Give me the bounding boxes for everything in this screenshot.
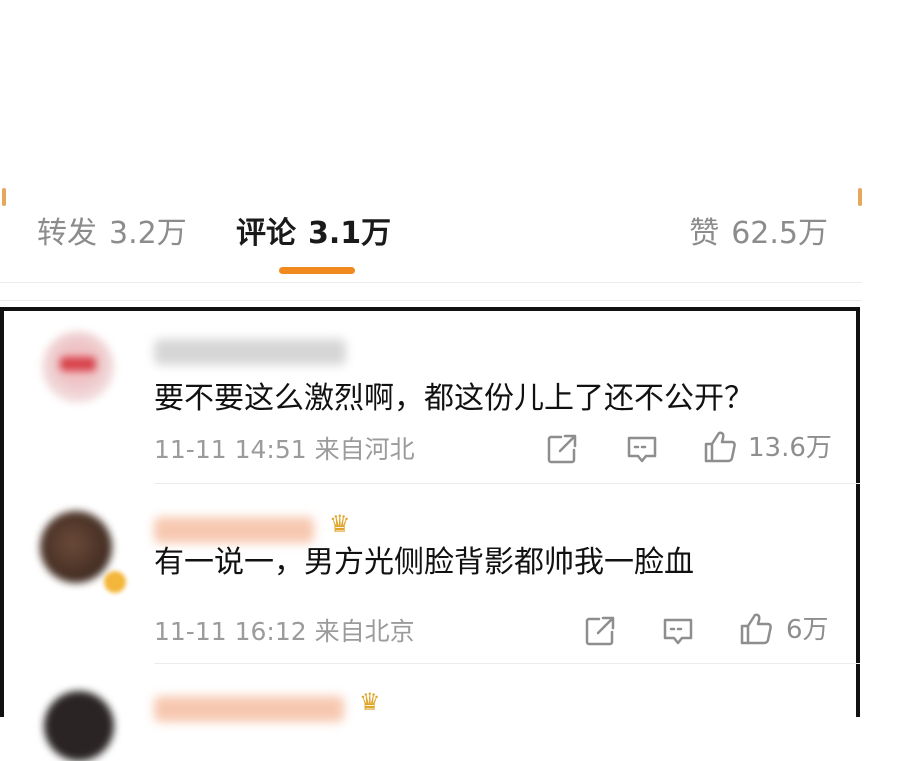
crown-icon: ♛ <box>329 510 351 538</box>
share-icon[interactable] <box>582 613 618 649</box>
username-blurred[interactable] <box>154 339 346 365</box>
thumbs-up-icon[interactable] <box>738 611 774 647</box>
avatar[interactable] <box>42 331 114 403</box>
blank-header-area <box>0 0 900 185</box>
comment-list: 要不要这么激烈啊，都这份儿上了还不公开？ 11-11 14:51 来自河北 13… <box>0 307 860 761</box>
crown-icon: ♛ <box>359 688 381 716</box>
comment-meta: 11-11 14:51 来自河北 <box>154 435 415 465</box>
comment-meta: 11-11 16:12 来自北京 <box>154 617 415 647</box>
tab-comment-count: 3.1万 <box>308 216 392 251</box>
comment-time: 11-11 14:51 <box>154 435 307 464</box>
tab-bar: 转发 3.2万 评论 3.1万 赞 62.5万 <box>0 200 900 280</box>
tab-like[interactable]: 赞 62.5万 <box>689 214 828 254</box>
comment-icon[interactable] <box>624 431 660 467</box>
list-separator <box>0 300 862 301</box>
comment-time: 11-11 16:12 <box>154 617 307 646</box>
active-tab-indicator <box>279 267 355 274</box>
tab-comment[interactable]: 评论 3.1万 <box>236 214 391 254</box>
comment-location: 来自北京 <box>314 617 415 646</box>
tab-repost[interactable]: 转发 3.2万 <box>37 214 187 254</box>
verified-badge <box>104 571 126 593</box>
comment-divider <box>154 663 860 664</box>
tab-repost-label: 转发 <box>37 216 97 251</box>
tab-like-count: 62.5万 <box>731 216 828 251</box>
thumbs-up-icon[interactable] <box>702 429 738 465</box>
tab-comment-label: 评论 <box>236 216 296 251</box>
tab-repost-count: 3.2万 <box>109 216 187 251</box>
comment-text: 有一说一，男方光侧脸背影都帅我一脸血 <box>154 545 694 580</box>
tab-separator <box>0 282 862 283</box>
tab-like-label: 赞 <box>689 216 720 251</box>
username-blurred[interactable] <box>154 696 344 722</box>
username-blurred[interactable] <box>154 517 314 543</box>
comment-text: 要不要这么激烈啊，都这份儿上了还不公开？ <box>154 381 754 416</box>
like-count[interactable]: 6万 <box>786 615 829 645</box>
avatar[interactable] <box>40 511 112 583</box>
share-icon[interactable] <box>544 431 580 467</box>
comment-location: 来自河北 <box>314 435 415 464</box>
comment-icon[interactable] <box>660 613 696 649</box>
like-count[interactable]: 13.6万 <box>748 433 832 463</box>
comment-divider <box>154 483 860 484</box>
